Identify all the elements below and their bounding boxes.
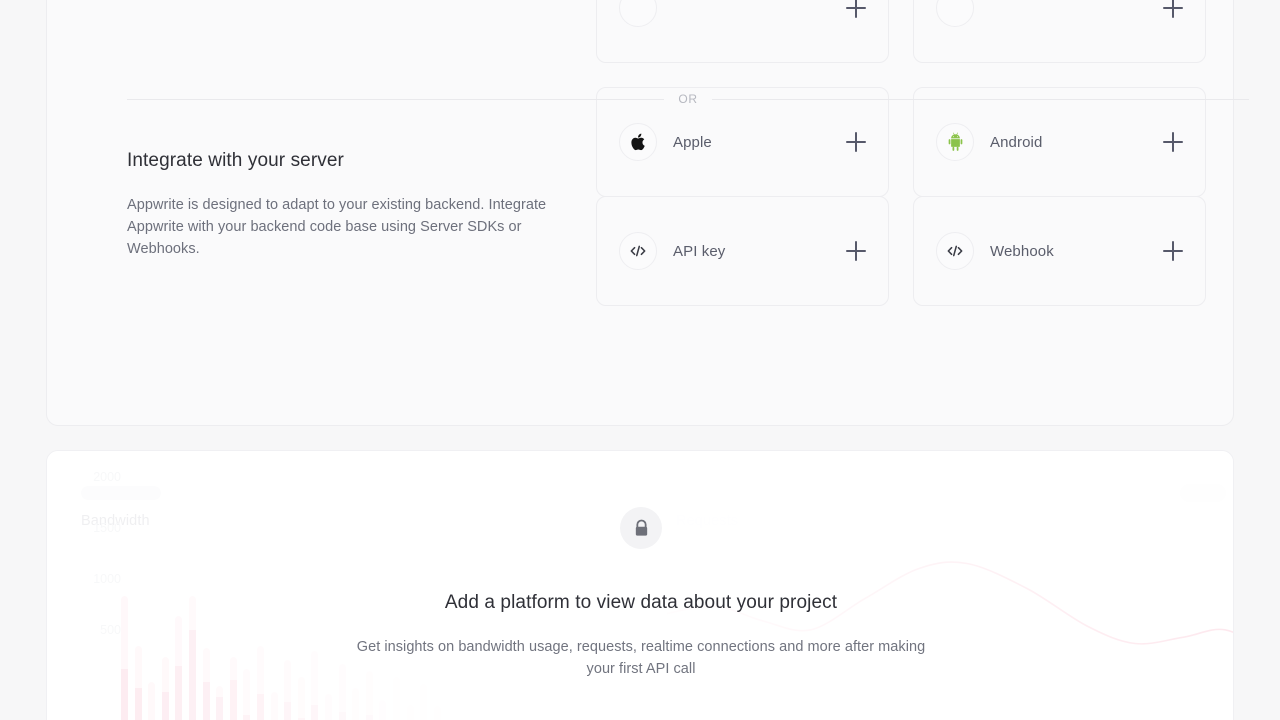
lock-icon — [620, 507, 662, 549]
server-description: Appwrite is designed to adapt to your ex… — [127, 197, 547, 257]
project-overview-page: Apple Android OR Integrate with your ser… — [0, 0, 1280, 720]
blank-icon — [619, 0, 657, 27]
android-icon — [936, 123, 974, 161]
or-divider: OR — [127, 92, 1250, 106]
or-label: OR — [678, 92, 698, 106]
usage-card: Bandwidth Requests 500100015002000 — [46, 450, 1234, 720]
platform-label-api-key: API key — [673, 242, 726, 260]
platform-label-apple: Apple — [673, 133, 712, 151]
platform-card-webhook[interactable]: Webhook — [913, 196, 1206, 306]
platform-card-blank-2[interactable] — [913, 0, 1206, 63]
server-integration-section: Integrate with your server Appwrite is d… — [127, 150, 557, 260]
plus-icon[interactable] — [846, 241, 866, 261]
platform-card-api-key[interactable]: API key — [596, 196, 889, 306]
plus-icon[interactable] — [1163, 241, 1183, 261]
code-icon — [619, 232, 657, 270]
platform-card-blank-1[interactable] — [596, 0, 889, 63]
page-title: Integrate with your server — [127, 150, 344, 171]
locked-title: Add a platform to view data about your p… — [444, 592, 838, 613]
plus-icon[interactable] — [846, 132, 866, 152]
platform-label-android: Android — [990, 133, 1043, 151]
plus-icon[interactable] — [846, 0, 866, 18]
server-options-row: API key Webhook — [596, 196, 1206, 306]
locked-subtitle: Get insights on bandwidth usage, request… — [356, 639, 926, 677]
blank-icon — [936, 0, 974, 27]
onboarding-card: Apple Android OR Integrate with your ser… — [46, 0, 1250, 426]
divider-line-left — [127, 98, 665, 100]
apple-icon — [619, 123, 657, 161]
platform-label-webhook: Webhook — [990, 242, 1054, 260]
platform-grid: Apple Android — [596, 0, 1206, 221]
plus-icon[interactable] — [1163, 132, 1183, 152]
code-icon — [936, 232, 974, 270]
platform-row-web — [596, 0, 1206, 63]
server-options-grid: API key Webhook — [596, 196, 1206, 306]
plus-icon[interactable] — [1163, 0, 1183, 18]
divider-line-right — [711, 98, 1250, 100]
locked-overlay: Add a platform to view data about your p… — [47, 451, 1233, 720]
